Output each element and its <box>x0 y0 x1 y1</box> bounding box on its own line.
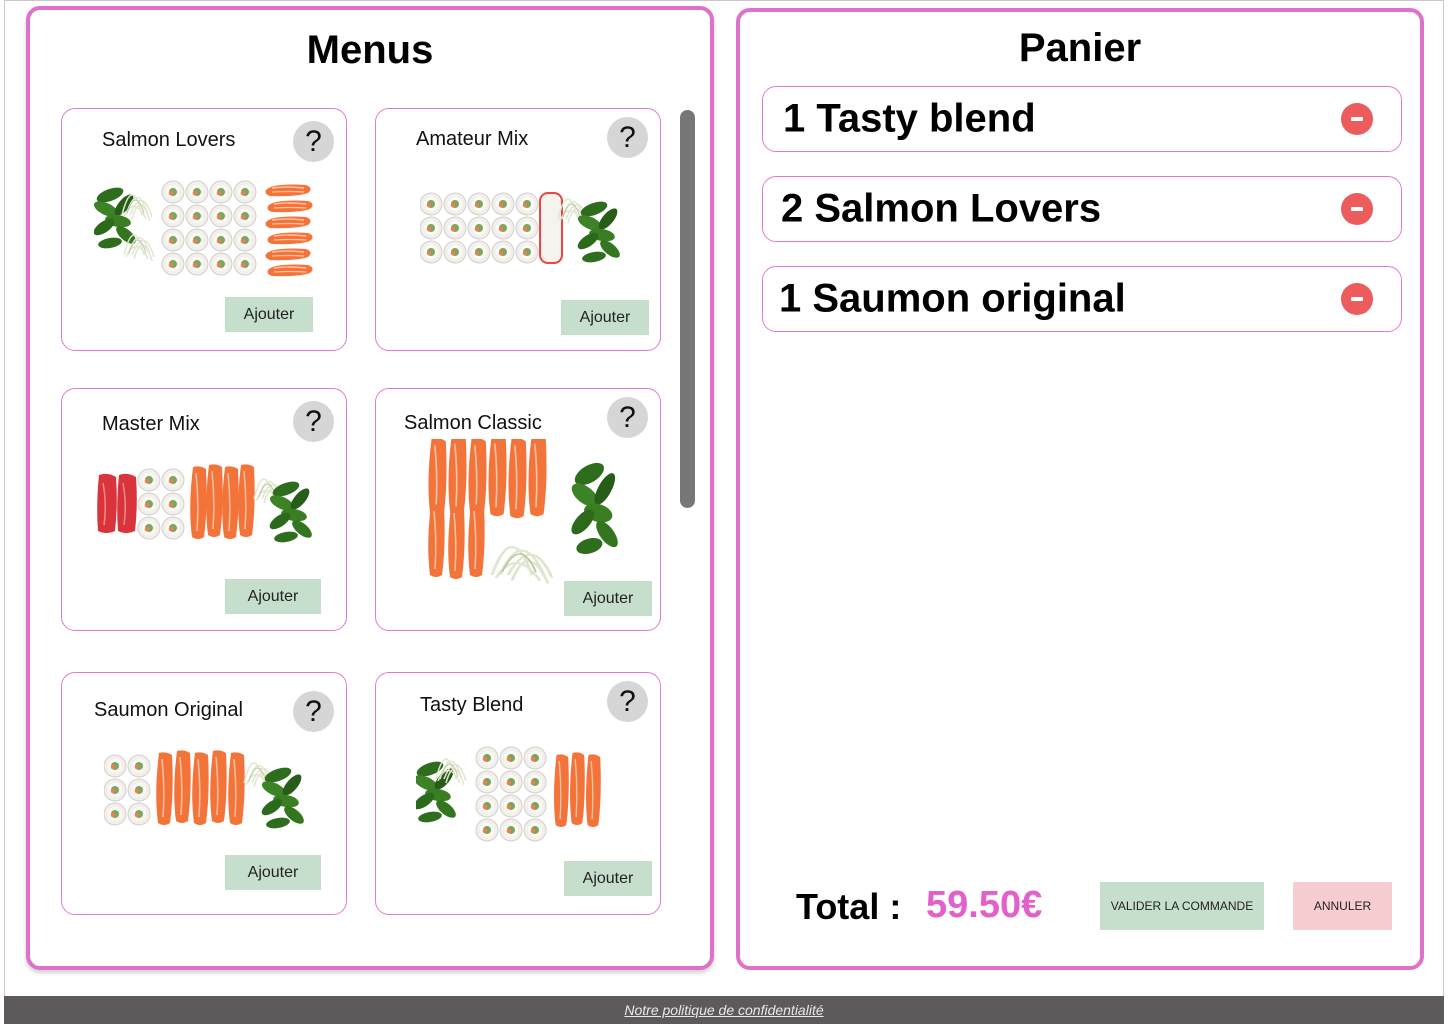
remove-icon[interactable] <box>1341 193 1373 225</box>
help-icon[interactable]: ? <box>607 681 648 722</box>
menus-scrollbar[interactable] <box>680 110 695 508</box>
cart-item-label: 2 Salmon Lovers <box>781 186 1102 231</box>
question-mark: ? <box>619 684 636 718</box>
add-button[interactable]: Ajouter <box>225 855 321 890</box>
menu-card-name: Amateur Mix <box>416 128 529 150</box>
dish-image <box>94 180 314 277</box>
cart-title: Panier <box>1018 26 1142 70</box>
validate-order-button[interactable]: VALIDER LA COMMANDE <box>1100 882 1264 930</box>
menu-card-salmon-lovers: Salmon Lovers ? Ajouter <box>61 108 347 351</box>
dish-image <box>427 439 622 584</box>
menu-card-name: Saumon Original <box>94 699 243 721</box>
menu-card-tasty-blend: Tasty Blend ? Ajouter <box>375 672 661 915</box>
cart-panel: Panier 1 Tasty blend 2 Salmon Lovers 1 S… <box>736 8 1424 970</box>
cancel-button[interactable]: ANNULER <box>1293 882 1392 930</box>
menus-title: Menus <box>306 28 434 72</box>
cart-item: 1 Saumon original <box>762 266 1402 332</box>
remove-icon[interactable] <box>1341 283 1373 315</box>
help-icon[interactable]: ? <box>607 117 648 158</box>
menu-card-salmon-classic: Salmon Classic ? Ajouter <box>375 388 661 631</box>
help-icon[interactable]: ? <box>607 397 648 438</box>
menu-card-name: Salmon Classic <box>404 412 542 434</box>
dish-image <box>420 192 623 265</box>
menu-card-name: Tasty Blend <box>420 694 524 716</box>
dish-image <box>96 463 315 545</box>
privacy-policy-link[interactable]: Notre politique de confidentialité <box>624 1002 823 1018</box>
menu-card-master-mix: Master Mix ? Ajouter <box>61 388 347 631</box>
cart-item-label: 1 Tasty blend <box>783 96 1036 141</box>
remove-icon[interactable] <box>1341 103 1373 135</box>
menu-card-name: Master Mix <box>102 413 200 435</box>
cart-item-label: 1 Saumon original <box>779 276 1126 321</box>
question-mark: ? <box>305 404 322 438</box>
help-icon[interactable]: ? <box>293 121 334 162</box>
menu-card-name: Salmon Lovers <box>102 129 236 151</box>
question-mark: ? <box>619 400 636 434</box>
add-button[interactable]: Ajouter <box>225 297 313 332</box>
help-icon[interactable]: ? <box>293 691 334 732</box>
footer: Notre politique de confidentialité <box>4 996 1444 1024</box>
help-icon[interactable]: ? <box>293 401 334 442</box>
question-mark: ? <box>305 124 322 158</box>
cart-item: 2 Salmon Lovers <box>762 176 1402 242</box>
total-label: Total : <box>796 886 902 927</box>
dish-image <box>104 749 307 831</box>
total-value: 59.50€ <box>926 884 1043 926</box>
add-button[interactable]: Ajouter <box>564 861 652 896</box>
question-mark: ? <box>619 120 636 154</box>
question-mark: ? <box>305 694 322 728</box>
menus-panel: Menus Salmon Lovers ? Ajouter Amateur Mi… <box>26 6 714 970</box>
menu-card-amateur-mix: Amateur Mix ? Ajouter <box>375 108 661 351</box>
add-button[interactable]: Ajouter <box>225 579 321 614</box>
add-button[interactable]: Ajouter <box>561 300 649 335</box>
cart-item: 1 Tasty blend <box>762 86 1402 152</box>
add-button[interactable]: Ajouter <box>564 581 652 616</box>
menu-card-saumon-original: Saumon Original ? Ajouter <box>61 672 347 915</box>
dish-image <box>416 746 602 842</box>
